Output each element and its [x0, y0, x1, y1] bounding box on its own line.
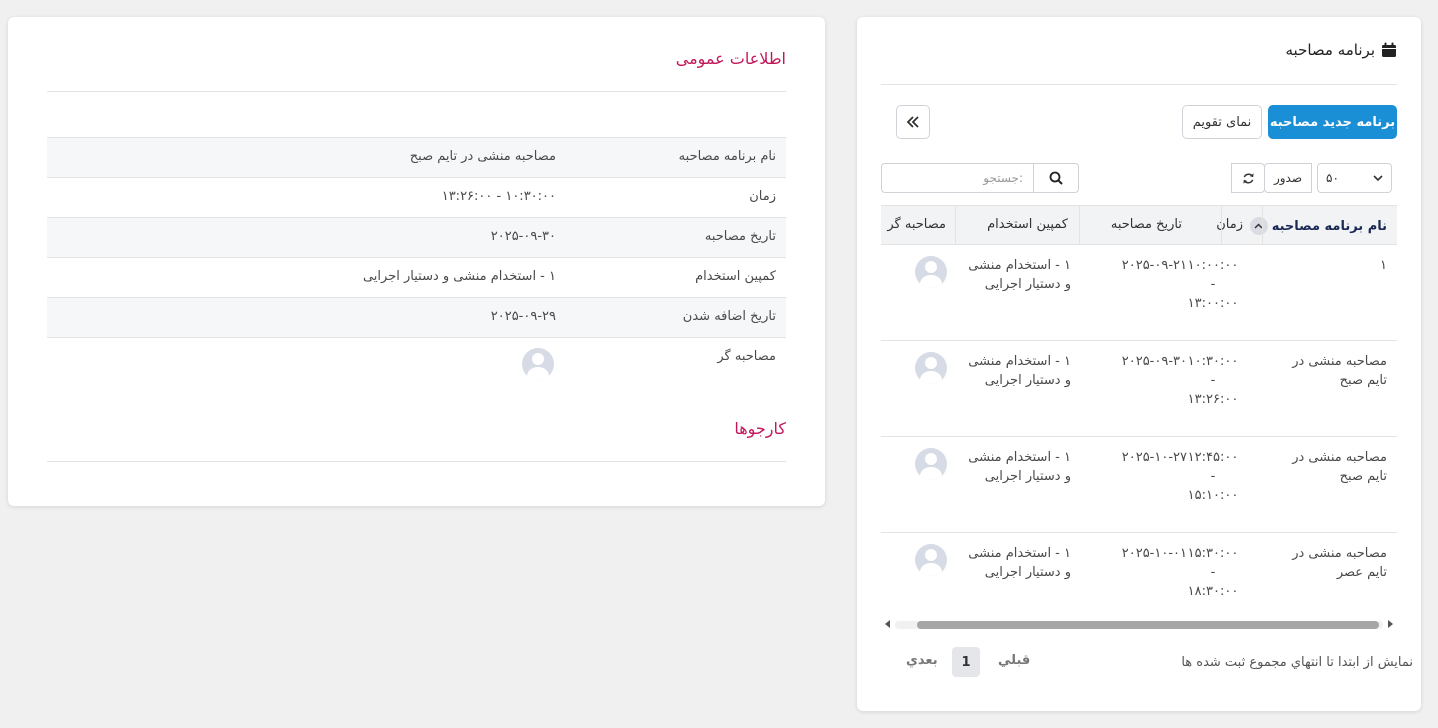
detail-label: کمپین استخدام — [695, 269, 776, 284]
applicants-title: کارجوها — [734, 419, 786, 438]
page-number-button[interactable]: 1 — [952, 647, 980, 677]
cell-time: ۱۰:۳۰:۰۰-۱۳:۲۶:۰۰ — [1187, 354, 1239, 407]
cell-time: ۱۲:۴۵:۰۰-۱۵:۱۰:۰۰ — [1187, 450, 1239, 503]
detail-value: ۲۰۲۵-۰۹-۳۰ — [490, 229, 556, 244]
cell-date: ۲۰۲۵-۰۹-۳۰ — [1121, 354, 1187, 369]
cell-campaign: ۱ - استخدام منشی و دستیار اجرایی — [968, 450, 1071, 484]
scroll-right-icon[interactable] — [1388, 620, 1393, 628]
divider — [881, 84, 1397, 85]
detail-row: تاریخ اضافه شدن ۲۰۲۵-۰۹-۲۹ — [47, 297, 786, 337]
table-info: نمایش از ابتدا تا انتهاي مجموع ثبت شده ه… — [1181, 655, 1413, 670]
search-icon — [1049, 171, 1063, 185]
cell-campaign: ۱ - استخدام منشی و دستیار اجرایی — [968, 354, 1071, 388]
refresh-button[interactable] — [1231, 163, 1265, 193]
cell-name: مصاحبه منشی در تایم صبح — [1292, 354, 1387, 388]
next-page-button[interactable]: بعدي — [906, 653, 938, 668]
card-title: برنامه مصاحبه — [1285, 41, 1376, 59]
column-separator — [1221, 206, 1222, 244]
table-header: نام برنامه مصاحبه زمان تاریخ مصاحبه کمپی… — [881, 205, 1397, 245]
interviewer-avatar — [915, 544, 947, 576]
collapse-button[interactable] — [896, 105, 930, 139]
cell-name: ۱ — [1380, 258, 1387, 273]
column-header-label: نام برنامه مصاحبه — [1271, 218, 1387, 234]
interviewer-avatar — [522, 348, 554, 380]
detail-label: زمان — [749, 189, 776, 204]
interviewer-avatar — [915, 448, 947, 480]
scroll-thumb[interactable] — [917, 621, 1379, 629]
sort-asc-icon — [1249, 217, 1268, 235]
column-header-date[interactable]: تاریخ مصاحبه — [1111, 217, 1182, 232]
page-size-value: ۵۰ — [1326, 171, 1339, 185]
detail-row: کمپین استخدام ۱ - استخدام منشی و دستیار … — [47, 257, 786, 297]
export-button[interactable]: صدور — [1264, 163, 1312, 193]
cell-time: ۱۵:۳۰:۰۰-۱۸:۳۰:۰۰ — [1187, 546, 1239, 599]
table-row[interactable]: مصاحبه منشی در تایم صبح ۱۲:۴۵:۰۰-۱۵:۱۰:۰۰… — [881, 437, 1397, 533]
detail-row: زمان ۱۰:۳۰:۰۰ - ۱۳:۲۶:۰۰ — [47, 177, 786, 217]
detail-row: نام برنامه مصاحبه مصاحبه منشی در تایم صب… — [47, 137, 786, 177]
search-input[interactable]: جستجو: — [881, 163, 1034, 193]
detail-value: ۱۰:۳۰:۰۰ - ۱۳:۲۶:۰۰ — [441, 189, 556, 204]
cell-date: ۲۰۲۵-۰۹-۲۱ — [1121, 258, 1187, 273]
column-header-campaign[interactable]: کمپین استخدام — [987, 217, 1068, 232]
column-separator — [1079, 206, 1080, 244]
cell-time: ۱۰:۰۰:۰۰-۱۳:۰۰:۰۰ — [1187, 258, 1239, 311]
table-row[interactable]: مصاحبه منشی در تایم عصر ۱۵:۳۰:۰۰-۱۸:۳۰:۰۰… — [881, 533, 1397, 629]
divider — [47, 461, 786, 462]
card-header: برنامه مصاحبه — [1286, 41, 1398, 59]
detail-value: ۱ - استخدام منشی و دستیار اجرایی — [362, 269, 556, 284]
new-interview-button[interactable]: برنامه جدید مصاحبه — [1268, 105, 1397, 139]
detail-label: تاریخ اضافه شدن — [682, 309, 776, 324]
detail-label: مصاحبه گر — [717, 349, 776, 364]
interviewer-avatar — [915, 352, 947, 384]
table-row[interactable]: ۱ ۱۰:۰۰:۰۰-۱۳:۰۰:۰۰ ۲۰۲۵-۰۹-۲۱ ۱ - استخد… — [881, 245, 1397, 341]
general-info-title: اطلاعات عمومی — [675, 49, 786, 68]
column-separator — [955, 206, 956, 244]
page-size-select[interactable]: ۵۰ — [1317, 163, 1392, 193]
interviewer-avatar — [915, 256, 947, 288]
detail-row: تاریخ مصاحبه ۲۰۲۵-۰۹-۳۰ — [47, 217, 786, 257]
detail-card: اطلاعات عمومی نام برنامه مصاحبه مصاحبه م… — [8, 17, 825, 506]
calendar-view-button[interactable]: نمای تقویم — [1182, 105, 1262, 139]
cell-campaign: ۱ - استخدام منشی و دستیار اجرایی — [968, 258, 1071, 292]
cell-name: مصاحبه منشی در تایم عصر — [1292, 546, 1387, 580]
horizontal-scrollbar[interactable] — [885, 619, 1393, 629]
search-button[interactable] — [1033, 163, 1079, 193]
refresh-icon — [1242, 172, 1254, 184]
table-row[interactable]: مصاحبه منشی در تایم صبح ۱۰:۳۰:۰۰-۱۳:۲۶:۰۰… — [881, 341, 1397, 437]
detail-value: ۲۰۲۵-۰۹-۲۹ — [490, 309, 556, 324]
detail-table: نام برنامه مصاحبه مصاحبه منشی در تایم صب… — [47, 137, 786, 389]
detail-label: تاریخ مصاحبه — [704, 229, 776, 244]
column-header-interviewer[interactable]: مصاحبه گر — [887, 217, 946, 232]
cell-campaign: ۱ - استخدام منشی و دستیار اجرایی — [968, 546, 1071, 580]
column-separator — [1262, 206, 1263, 244]
cell-date: ۲۰۲۵-۱۰-۰۱ — [1121, 546, 1187, 561]
cell-name: مصاحبه منشی در تایم صبح — [1292, 450, 1387, 484]
detail-value: مصاحبه منشی در تایم صبح — [409, 149, 556, 164]
divider — [47, 91, 786, 92]
calendar-icon — [1382, 42, 1396, 57]
interview-table: نام برنامه مصاحبه زمان تاریخ مصاحبه کمپی… — [881, 205, 1397, 629]
scroll-left-icon[interactable] — [885, 620, 890, 628]
detail-row: مصاحبه گر — [47, 337, 786, 389]
column-header-name[interactable]: نام برنامه مصاحبه — [1249, 217, 1387, 235]
cell-date: ۲۰۲۵-۱۰-۲۷ — [1121, 450, 1187, 465]
interview-list-card: برنامه مصاحبه برنامه جدید مصاحبه نمای تق… — [857, 17, 1421, 711]
double-chevron-left-icon — [906, 116, 919, 128]
chevron-down-icon — [1373, 175, 1383, 182]
detail-label: نام برنامه مصاحبه — [678, 149, 776, 164]
prev-page-button[interactable]: قبلي — [998, 653, 1030, 668]
